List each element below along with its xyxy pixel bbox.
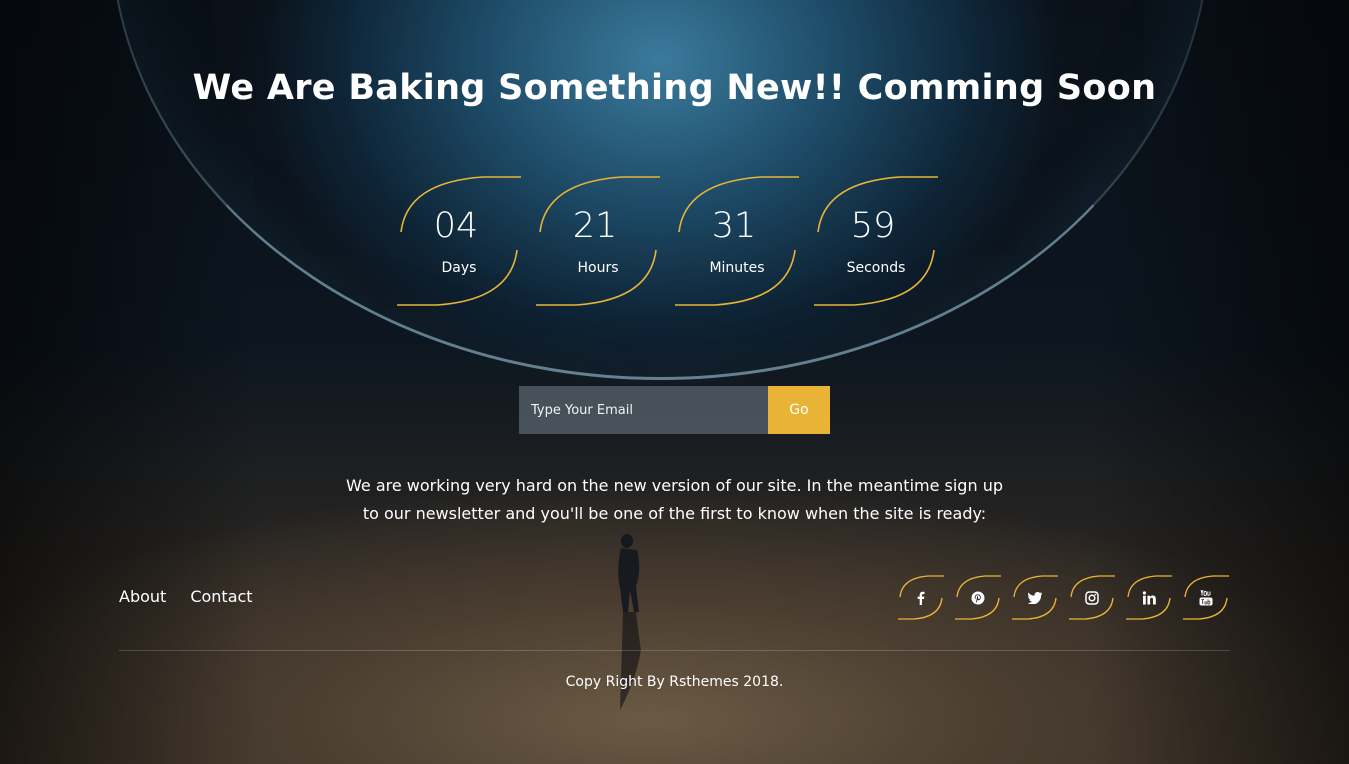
countdown-days: 04 Days <box>397 176 521 306</box>
twitter-button[interactable] <box>1012 575 1058 620</box>
youtube-icon <box>1199 589 1213 605</box>
countdown-timer: 04 Days 21 Hours 31 Minutes 59 Seconds <box>397 176 938 306</box>
social-links <box>898 575 1229 620</box>
footer-divider <box>119 650 1230 651</box>
linkedin-icon <box>1142 590 1156 604</box>
instagram-icon <box>1085 590 1099 605</box>
footer-nav: About Contact <box>119 587 277 606</box>
countdown-minutes-value: 31 <box>711 206 757 246</box>
go-button[interactable]: Go <box>768 386 830 434</box>
page-title: We Are Baking Something New!! Comming So… <box>192 68 1157 108</box>
youtube-button[interactable] <box>1183 575 1229 620</box>
countdown-days-label: Days <box>441 260 477 276</box>
facebook-icon <box>917 591 925 605</box>
email-input[interactable] <box>519 386 768 434</box>
twitter-icon <box>1028 591 1042 604</box>
countdown-hours-value: 21 <box>572 206 618 246</box>
instagram-button[interactable] <box>1069 575 1115 620</box>
facebook-button[interactable] <box>898 575 944 620</box>
countdown-minutes-label: Minutes <box>709 260 765 276</box>
linkedin-button[interactable] <box>1126 575 1172 620</box>
pinterest-icon <box>971 591 985 604</box>
newsletter-form: Go <box>519 386 830 434</box>
countdown-hours-label: Hours <box>577 260 619 276</box>
countdown-seconds-value: 59 <box>850 206 896 246</box>
about-link[interactable]: About <box>119 587 166 606</box>
contact-link[interactable]: Contact <box>190 587 252 606</box>
countdown-minutes: 31 Minutes <box>675 176 799 306</box>
newsletter-description: We are working very hard on the new vers… <box>346 476 1003 523</box>
countdown-seconds: 59 Seconds <box>814 176 938 306</box>
copyright-text: Copy Right By Rsthemes 2018. <box>565 674 784 690</box>
walking-person-image <box>618 534 641 710</box>
pinterest-button[interactable] <box>955 575 1001 620</box>
countdown-seconds-label: Seconds <box>846 260 906 276</box>
countdown-days-value: 04 <box>433 206 479 246</box>
countdown-hours: 21 Hours <box>536 176 660 306</box>
